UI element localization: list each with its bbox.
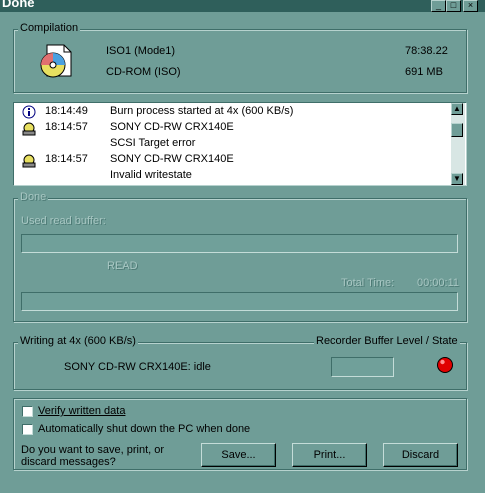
recorder-buffer-label: Recorder Buffer Level / State: [314, 335, 460, 347]
log-device: SONY CD-RW CRX140E: [110, 153, 234, 165]
compilation-size: 691 MB: [405, 66, 443, 78]
log-time: 18:14:57: [45, 121, 88, 133]
log-list[interactable]: 18:14:49 Burn process started at 4x (600…: [13, 102, 467, 186]
total-time-label: Total Time:: [341, 277, 395, 289]
log-device: SONY CD-RW CRX140E: [110, 121, 234, 133]
read-label: READ: [107, 260, 138, 272]
discard-button[interactable]: Discard: [383, 443, 458, 467]
log-scrollbar[interactable]: ▲ ▼: [451, 103, 465, 185]
disc-drive-icon: [22, 154, 36, 168]
maximize-button[interactable]: □: [446, 0, 461, 12]
progress-bar: [21, 292, 458, 311]
verify-label[interactable]: Verify written data: [38, 405, 125, 417]
info-icon: [22, 105, 36, 119]
shutdown-label[interactable]: Automatically shut down the PC when done: [38, 423, 250, 435]
log-row: 18:14:57 SONY CD-RW CRX140E: [14, 151, 452, 168]
done-legend: Done: [18, 191, 49, 203]
log-message: SCSI Target error: [110, 137, 196, 149]
read-buffer-bar: [21, 234, 458, 253]
log-time: 18:14:49: [45, 105, 88, 117]
compilation-legend: Compilation: [18, 22, 81, 34]
log-row: 18:14:49 Burn process started at 4x (600…: [14, 103, 452, 119]
title-bar[interactable]: [0, 0, 485, 12]
shutdown-checkbox[interactable]: [22, 424, 33, 435]
total-time-value: 00:00:11: [417, 277, 460, 289]
scroll-up-arrow-icon[interactable]: ▲: [451, 103, 463, 115]
save-prompt: Do you want to save, print, or discard m…: [21, 444, 165, 468]
device-status: SONY CD-RW CRX140E: idle: [64, 361, 211, 373]
log-row: Invalid writestate: [14, 167, 452, 183]
compilation-name: ISO1 (Mode1): [106, 45, 176, 57]
verify-checkbox[interactable]: [22, 406, 33, 417]
log-message: Invalid writestate: [110, 169, 192, 181]
compilation-group: [13, 29, 467, 93]
save-button[interactable]: Save...: [201, 443, 276, 467]
recorder-buffer-level: [331, 357, 394, 377]
used-read-buffer-label: Used read buffer:: [21, 215, 106, 227]
log-device: Burn process started at 4x (600 KB/s): [110, 105, 294, 117]
minimize-button[interactable]: _: [431, 0, 446, 12]
recorder-state-indicator-icon: [437, 357, 453, 373]
writing-legend: Writing at 4x (600 KB/s): [18, 335, 138, 347]
compilation-type: CD-ROM (ISO): [106, 66, 181, 78]
scroll-down-arrow-icon[interactable]: ▼: [451, 173, 463, 185]
log-row: SCSI Target error: [14, 135, 452, 151]
compilation-duration: 78:38.22: [405, 45, 448, 57]
disc-document-icon: [40, 44, 72, 78]
log-time: 18:14:57: [45, 153, 88, 165]
print-button[interactable]: Print...: [292, 443, 367, 467]
window-title: Done: [2, 0, 35, 10]
disc-drive-icon: [22, 122, 36, 136]
scroll-thumb[interactable]: [451, 123, 463, 137]
close-button[interactable]: ×: [463, 0, 478, 12]
log-row: 18:14:57 SONY CD-RW CRX140E: [14, 119, 452, 136]
